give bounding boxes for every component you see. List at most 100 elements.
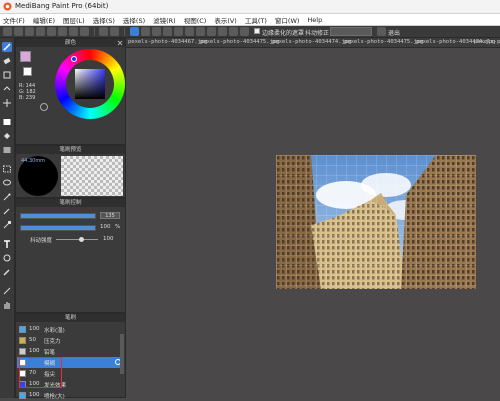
brush-list-scrollbar[interactable] <box>120 334 124 374</box>
expand-selection-icon[interactable] <box>185 27 194 36</box>
magic-wand-tool[interactable] <box>2 192 12 202</box>
select-all-icon[interactable] <box>152 27 161 36</box>
brush-list-title: 笔刷 <box>64 315 76 321</box>
brush-size-icon[interactable] <box>240 27 249 36</box>
menu-filter[interactable]: 滤镜(R) <box>153 15 176 25</box>
invert-selection-icon[interactable] <box>141 27 150 36</box>
stroke-selection-icon[interactable] <box>218 27 227 36</box>
menu-display[interactable]: 表示(V) <box>214 15 237 25</box>
brush-list-item[interactable]: 100 铅笔 <box>17 346 124 357</box>
file-tab[interactable]: pexels-photo-4034467.jpg <box>128 39 207 45</box>
deselect-icon[interactable] <box>130 27 139 36</box>
save-cloud-icon[interactable] <box>47 27 56 36</box>
eraser-tool[interactable] <box>2 56 12 66</box>
brush-size-slider[interactable] <box>20 213 96 219</box>
export-icon[interactable] <box>69 27 78 36</box>
hand-icon <box>4 302 10 309</box>
menu-select[interactable]: 选择(S) <box>93 15 115 25</box>
antialias-checkbox[interactable] <box>254 28 260 34</box>
cloud-icon[interactable] <box>25 27 34 36</box>
color-b-value: B: 239 <box>19 95 36 101</box>
app-icon <box>3 2 12 11</box>
menu-file[interactable]: 文件(F) <box>3 15 25 25</box>
hue-marker[interactable] <box>71 56 77 62</box>
lasso-tool[interactable] <box>2 178 12 188</box>
correction-slider[interactable] <box>56 239 98 240</box>
file-tab[interactable]: pexels-photo-4034475.jpg <box>200 39 279 45</box>
brush-size-value[interactable]: 135 <box>100 212 120 219</box>
correction-value[interactable]: 100 <box>103 236 114 242</box>
brush-tool[interactable] <box>2 42 12 52</box>
operation-tool[interactable] <box>2 253 12 263</box>
rotate-icon[interactable] <box>196 27 205 36</box>
gradient-tool[interactable] <box>2 145 12 155</box>
brush-name-label: 铅笔 <box>44 350 56 356</box>
correction-slider-knob[interactable] <box>79 237 84 242</box>
select-icon <box>3 165 11 173</box>
file-tabs: pexels-photo-4034467.jpg pexels-photo-40… <box>126 38 500 48</box>
smudge-tool[interactable] <box>2 84 12 94</box>
tool-palette <box>0 38 15 398</box>
brush-control-panel: 笔刷控制 135 100 % 抖动强度 100 <box>15 198 126 313</box>
menu-view[interactable]: 视图(C) <box>184 15 207 25</box>
color-panel-title: 颜色 <box>64 40 76 46</box>
grid-icon[interactable] <box>80 27 89 36</box>
hand-tool[interactable] <box>2 300 12 310</box>
divide-tool[interactable] <box>2 286 12 296</box>
menu-window[interactable]: 窗口(W) <box>275 15 300 25</box>
brush-color-swatch <box>19 337 26 344</box>
share-icon[interactable] <box>58 27 67 36</box>
file-tab[interactable]: pexels-photo-4034475.jpg <box>344 39 423 45</box>
secondary-color-swatch[interactable] <box>23 67 32 76</box>
stabilizer-select[interactable] <box>330 27 372 36</box>
save-icon[interactable] <box>36 27 45 36</box>
move-tool[interactable] <box>2 98 12 108</box>
fill-selection-icon[interactable] <box>207 27 216 36</box>
opacity-value[interactable]: 100 <box>100 224 111 230</box>
opacity-unit: % <box>115 224 121 230</box>
color-panel: 颜色 R: 144 G: 182 B: 239 <box>15 38 126 145</box>
exit-icon[interactable] <box>377 27 386 36</box>
brush-stroke-preview <box>61 156 123 196</box>
primary-color-swatch[interactable] <box>20 51 31 62</box>
brush-list-panel: 笔刷 100 水彩(湿) 50 压克力 100 铅笔 模糊 70 指尖 100 发光效果 100 喷枪(… <box>15 313 126 401</box>
brush-list-item[interactable]: 50 压克力 <box>17 335 124 346</box>
file-tab[interactable]: pexels-photo <box>474 39 500 45</box>
undo-icon[interactable] <box>99 27 108 36</box>
move-selection-icon[interactable] <box>163 27 172 36</box>
exit-label[interactable]: 退出 <box>388 28 400 37</box>
shrink-selection-icon[interactable] <box>174 27 183 36</box>
eyedropper-tool[interactable] <box>2 267 12 277</box>
fill-tool[interactable] <box>2 131 12 141</box>
canvas-area: pexels-photo-4034467.jpg pexels-photo-40… <box>126 38 500 398</box>
saturation-value-box[interactable] <box>75 69 105 99</box>
select-tool[interactable] <box>2 164 12 174</box>
stabilizer-label: 抖动修正 <box>305 30 330 37</box>
brush-list-item[interactable]: 100 喷枪(大) <box>17 390 124 401</box>
opacity-slider[interactable] <box>20 225 96 231</box>
text-tool[interactable] <box>2 239 12 249</box>
color-lock-icon[interactable] <box>40 103 48 111</box>
settings-icon[interactable] <box>229 27 238 36</box>
new-file-icon[interactable] <box>3 27 12 36</box>
brush-list-item[interactable]: 100 水彩(湿) <box>17 324 124 335</box>
menu-edit[interactable]: 编辑(E) <box>33 15 55 25</box>
select-pen-tool[interactable] <box>2 206 12 216</box>
brush-size-label: 50 <box>29 337 36 343</box>
brush-icon <box>3 43 11 51</box>
open-file-icon[interactable] <box>14 27 23 36</box>
menu-tools[interactable]: 工具(T) <box>245 15 267 25</box>
menu-select-2[interactable]: 选择(S) <box>123 15 145 25</box>
dot-tool[interactable] <box>2 70 12 80</box>
text-icon <box>4 240 10 248</box>
brush-preview-panel: 笔刷预览 44.30mm <box>15 145 126 198</box>
menu-layer[interactable]: 图层(L) <box>63 15 85 25</box>
menu-help[interactable]: Help <box>307 16 322 24</box>
close-panel-icon[interactable] <box>117 40 123 46</box>
select-eraser-tool[interactable] <box>2 220 12 230</box>
gradient-icon <box>3 147 11 153</box>
canvas-image[interactable] <box>276 155 476 289</box>
file-tab[interactable]: pexels-photo-4034474.jpg <box>272 39 351 45</box>
redo-icon[interactable] <box>110 27 119 36</box>
rectangle-tool[interactable] <box>2 117 12 127</box>
